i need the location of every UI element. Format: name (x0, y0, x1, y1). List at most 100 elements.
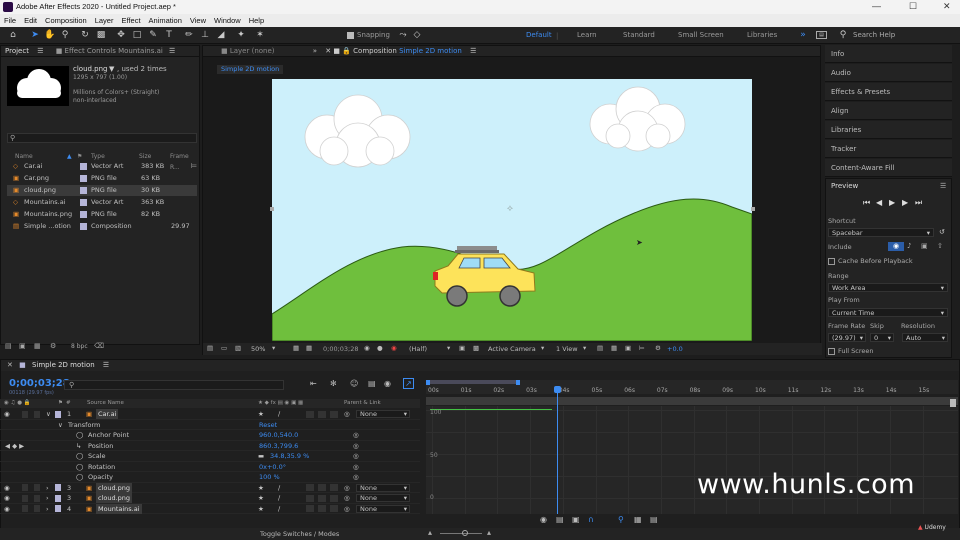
transform-expand-icon[interactable]: ∨ (58, 420, 63, 430)
zoom-dropdown-icon[interactable]: ▾ (272, 344, 275, 352)
current-time-indicator-head[interactable] (554, 386, 561, 393)
panel-content-aware-fill[interactable]: Content-Aware Fill (825, 159, 952, 177)
toggle-switches-modes[interactable]: Toggle Switches / Modes (260, 530, 339, 538)
play-icon[interactable]: ▶ (889, 198, 895, 207)
new-composition-icon[interactable]: ▦ (34, 342, 41, 350)
transform-box-icon[interactable]: ▣ (572, 515, 580, 524)
panel-effects-presets[interactable]: Effects & Presets (825, 83, 952, 101)
panel-tracker[interactable]: Tracker (825, 140, 952, 158)
zoom-select[interactable]: 50% (251, 345, 265, 353)
layer-name[interactable]: Mountains.ai (96, 503, 142, 514)
graph-scrollbar-icon[interactable] (950, 399, 956, 407)
zoom-in-icon[interactable]: ▴ (487, 528, 491, 537)
project-search-input[interactable]: ⚲ (7, 133, 197, 143)
layer-label-swatch[interactable] (55, 505, 61, 512)
visibility-eye-icon[interactable]: ◉ (4, 483, 10, 493)
motion-blur-icon[interactable]: ◉ (384, 379, 391, 388)
workspace-default[interactable]: Default (526, 31, 552, 39)
layer-label-swatch[interactable] (55, 484, 61, 491)
viewer-overflow-icon[interactable]: » (313, 47, 317, 55)
skip-select[interactable]: 0 ▾ (870, 333, 894, 342)
trash-icon[interactable]: ⌫ (94, 342, 104, 350)
layer-label-swatch[interactable] (55, 410, 61, 418)
shortcut-dropdown-icon[interactable]: ▾ (927, 229, 930, 237)
toggle-pixel-aspect-icon[interactable]: ▤ (597, 344, 603, 352)
layer-row[interactable]: ◉ ∨ 1 ▣ Car.ai ★ ∕ ◎ None ▾ (0, 409, 420, 420)
label-color-swatch[interactable] (80, 223, 87, 230)
channel-icon[interactable]: ◉ (391, 344, 397, 352)
stopwatch-icon[interactable]: ◯ (76, 462, 83, 472)
motion-blur-switch[interactable] (318, 410, 326, 418)
puppet-tool-icon[interactable]: ✶ (255, 30, 265, 40)
quality-switch-icon[interactable]: ∕ (278, 493, 280, 503)
label-color-swatch[interactable] (80, 211, 87, 218)
expression-pickwhip-icon[interactable]: ◎ (353, 441, 359, 451)
stopwatch-icon[interactable]: ◯ (76, 451, 83, 461)
panel-audio[interactable]: Audio (825, 64, 952, 82)
pan-behind-tool-icon[interactable]: ✥ (116, 30, 126, 40)
transform-property-row[interactable]: ◯ Opacity 100 % ◎ (0, 472, 420, 483)
hand-tool-icon[interactable]: ✋ (44, 30, 55, 40)
tab-timeline[interactable]: Simple 2D motion (32, 361, 95, 369)
composition-menu-icon[interactable]: ☰ (470, 47, 476, 55)
expression-pickwhip-icon[interactable]: ◎ (353, 451, 359, 461)
shy-switch-icon[interactable]: ★ (258, 504, 264, 514)
pickwhip-icon[interactable]: ◎ (344, 409, 350, 419)
quality-switch-icon[interactable]: ∕ (278, 483, 280, 493)
workspace-overflow-icon[interactable]: » (798, 30, 808, 40)
project-item[interactable]: ◇ Mountains.ai Vector Art 363 KB (7, 197, 197, 208)
stopwatch-icon[interactable]: ◯ (76, 430, 83, 440)
solo-toggle[interactable] (22, 505, 28, 512)
project-item[interactable]: ◇ Car.ai Vector Art 383 KB (7, 161, 197, 172)
view-dropdown-icon[interactable]: ▾ (583, 344, 586, 352)
viewer-timecode[interactable]: 0;00;03;28 (323, 345, 359, 353)
layer-row[interactable]: ◉ › 4 ▣ Mountains.ai ★ ∕ ◎ None ▾ (0, 503, 420, 514)
grid-icon[interactable]: ▦ (306, 344, 312, 352)
menu-edit[interactable]: Edit (24, 16, 37, 25)
effect-switch[interactable] (306, 505, 314, 512)
frame-rate-select[interactable]: (29.97) ▾ (828, 333, 866, 342)
layer-expand-icon[interactable]: ∨ (46, 409, 51, 419)
reset-exposure-icon[interactable]: ⚙ (655, 344, 661, 352)
sync-icon[interactable]: ▤ (816, 31, 827, 39)
comp-mini-flowchart-icon[interactable]: ⇤ (310, 379, 317, 388)
solo-toggle[interactable] (22, 494, 28, 502)
comp-flowchart-icon[interactable]: ⊨ (639, 344, 645, 352)
always-preview-icon[interactable]: ▤ (207, 344, 213, 352)
menu-view[interactable]: View (190, 16, 206, 25)
snap-graph-icon[interactable]: ∩ (588, 515, 594, 524)
shy-layers-icon[interactable]: ☺ (350, 379, 358, 388)
menu-layer[interactable]: Layer (95, 16, 114, 25)
workspace-small-screen[interactable]: Small Screen (678, 31, 724, 39)
show-snapshot-icon[interactable]: ● (377, 344, 383, 352)
menu-help[interactable]: Help (249, 16, 264, 25)
workspace-learn[interactable]: Learn (577, 31, 597, 39)
timeline-zoom-slider[interactable] (440, 533, 482, 534)
effect-switch[interactable] (306, 484, 314, 491)
transform-group-row[interactable]: ∨ Transform Reset (0, 420, 420, 430)
zoom-tool-icon[interactable]: ⚲ (60, 30, 70, 40)
project-menu-icon[interactable]: ☰ (37, 47, 43, 55)
view-layout-select[interactable]: 1 View (556, 345, 578, 353)
new-folder-icon[interactable]: ▣ (19, 342, 26, 350)
eraser-tool-icon[interactable]: ◢ (216, 30, 226, 40)
keyframe-navigator-icon[interactable]: ◀ ◆ ▶ (5, 441, 24, 451)
tab-effect-controls[interactable]: ■ Effect Controls Mountains.ai (56, 47, 163, 55)
resolution-preview-dropdown-icon[interactable]: ▾ (942, 334, 945, 342)
snap-vertex-icon[interactable]: ◇ (412, 30, 422, 40)
layer-row[interactable]: ◉ › 3 ▣ cloud.png ★ ∕ ◎ None ▾ (0, 493, 420, 504)
property-value[interactable]: 0x+0.0° (259, 462, 286, 472)
av-features-icon[interactable]: ◉ ♫ ● 🔒 (4, 400, 31, 406)
shy-switch-icon[interactable]: ★ (258, 409, 264, 419)
stopwatch-icon[interactable]: ◯ (76, 472, 83, 482)
resolution-select-preview[interactable]: Auto ▾ (902, 333, 948, 342)
layer-row[interactable]: ◉ › 3 ▣ cloud.png ★ ∕ ◎ None ▾ (0, 482, 420, 493)
menu-window[interactable]: Window (214, 16, 241, 25)
selection-tool-icon[interactable]: ➤ (30, 30, 40, 40)
shy-switch-icon[interactable]: ★ (258, 493, 264, 503)
label-color-swatch[interactable] (80, 175, 87, 182)
timeline-timecode[interactable]: 0;00;03;28 (9, 378, 70, 389)
full-screen-checkbox[interactable] (828, 348, 835, 355)
workspace-standard[interactable]: Standard (623, 31, 655, 39)
property-value[interactable]: 860.3,799.6 (259, 441, 298, 451)
